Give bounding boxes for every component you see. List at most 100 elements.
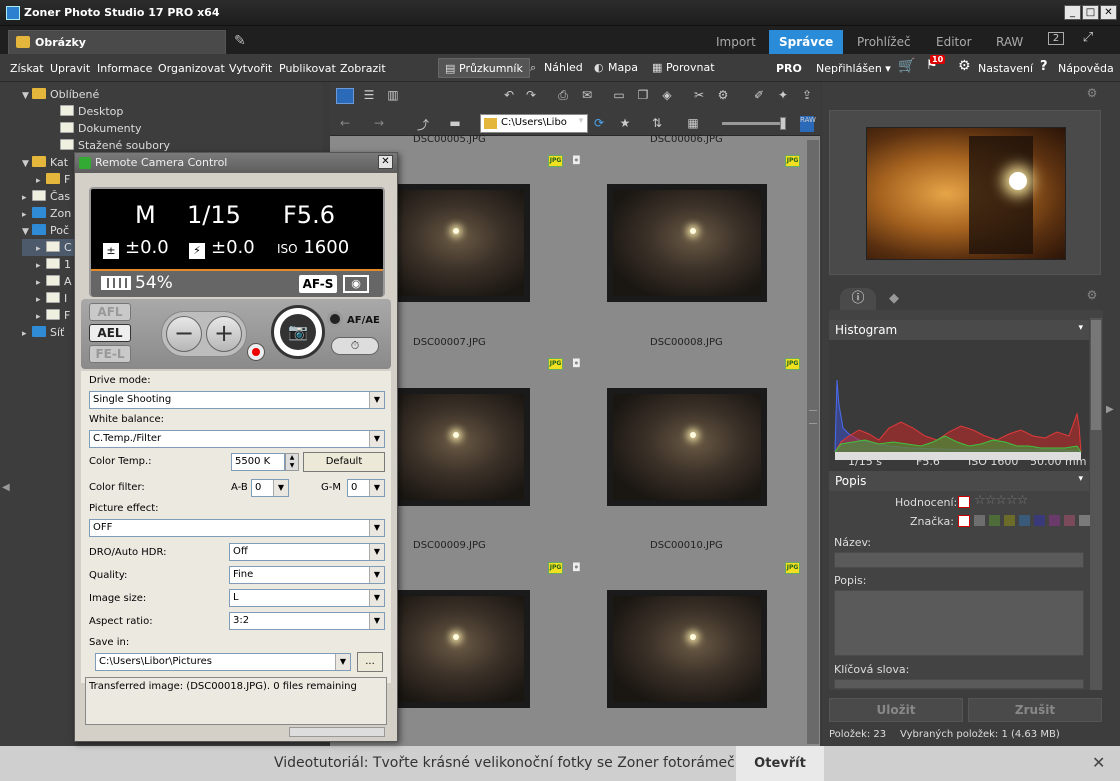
record-button[interactable] [247,343,265,361]
gm-select[interactable]: 0 ▼ [347,479,385,497]
sort-icon[interactable]: ⇅ [648,116,666,132]
exposure-comp[interactable]: ± ±0.0 [103,237,169,259]
layout-grid-icon[interactable] [336,88,354,104]
fullscreen-icon[interactable]: ⤢ [1078,30,1098,50]
tag-color-swatch[interactable] [1034,515,1045,526]
aperture-value[interactable]: F5.6 [283,201,335,229]
minimize-button[interactable]: _ [1064,5,1081,20]
flash-comp[interactable]: ⚡ ±0.0 [189,237,255,259]
shutter-button[interactable]: 📷 [271,305,325,359]
tab-import[interactable]: Import [706,30,766,54]
dro-select[interactable]: Off ▼ [229,543,385,561]
close-icon[interactable]: ✕ [1092,753,1105,772]
rating-stars[interactable]: ☆☆☆☆☆ [974,493,1028,508]
tree-expander-icon[interactable]: ▼ [22,156,32,173]
cart-icon[interactable]: 🛒 [898,58,915,74]
menu-upravit[interactable]: Upravit [50,62,90,75]
quality-select[interactable]: Fine ▼ [229,566,385,584]
tree-item[interactable]: Desktop [22,103,322,120]
thumbnail[interactable] [607,184,767,302]
login-dropdown[interactable]: Nepřihlášen ▾ [816,62,891,75]
open-button[interactable]: Otevřít [736,746,824,781]
minus-button[interactable]: − [166,316,202,352]
slider-handle[interactable] [780,117,786,130]
tag-color-swatch[interactable] [1004,515,1015,526]
tree-item[interactable]: ▼ Oblíbené [22,86,322,103]
collapse-right-icon[interactable]: ▶ [1106,404,1114,415]
dialog-titlebar[interactable]: Remote Camera Control ✕ [75,153,397,173]
view-mapa-button[interactable]: ◐ Mapa [588,58,644,78]
save-button[interactable]: Uložit [829,698,963,722]
scroll-thumb[interactable] [1091,320,1101,430]
folder-up-icon[interactable]: ⤴ [414,116,432,132]
self-timer-button[interactable]: ⏱ [331,337,379,355]
focus-mode[interactable]: AF-S [299,275,337,293]
raw-filter-icon[interactable]: RAW [800,116,816,132]
tag-color-swatch[interactable] [1019,515,1030,526]
share-icon[interactable]: ⇪ [798,88,816,104]
email-icon[interactable]: ✉ [578,88,596,104]
menu-zobrazit[interactable]: Zobrazit [340,62,386,75]
browse-button[interactable]: ... [357,652,383,672]
color-temp-input[interactable]: 5500 K [231,453,285,471]
help-icon[interactable]: ? [1040,59,1048,74]
favorite-folder-icon[interactable]: ★ [616,116,634,132]
default-button[interactable]: Default [303,452,385,472]
cancel-button[interactable]: Zrušit [968,698,1102,722]
shutter-speed[interactable]: 1/15 [187,201,241,229]
afae-button[interactable]: AF/AE [327,311,380,327]
center-scrollbar[interactable] [807,140,819,744]
help-link[interactable]: Nápověda [1058,62,1114,75]
view-pruzkumnik-button[interactable]: ▤ Průzkumník [438,58,530,78]
copy-icon[interactable]: ❐ [634,88,652,104]
tree-expander-icon[interactable]: ▼ [22,88,32,105]
tag-color-swatch[interactable] [1049,515,1060,526]
tree-expander-icon[interactable]: ▸ [22,326,32,343]
plus-button[interactable]: + [206,316,242,352]
cut-icon[interactable]: ✂ [690,88,708,104]
iso-setting[interactable]: ISO 1600 [277,237,349,258]
thumbnail[interactable] [607,388,767,506]
histogram-header[interactable]: Histogram ▾ [829,320,1089,340]
right-scrollbar[interactable] [1090,318,1102,690]
drive-mode-select[interactable]: Single Shooting ▼ [89,391,385,409]
exposure-mode[interactable]: M [135,201,156,229]
info-tab-icon[interactable]: ⓘ [840,288,876,310]
tag-color-swatch[interactable] [989,515,1000,526]
menu-organizovat[interactable]: Organizovat [158,62,225,75]
white-balance-select[interactable]: C.Temp./Filter ▼ [89,430,385,448]
metering-icon[interactable]: ◉ [343,275,369,293]
panel-settings-gear-icon[interactable]: ⚙ [1083,288,1101,304]
rating-clear-icon[interactable] [958,496,970,508]
aspect-ratio-select[interactable]: 3:2 ▼ [229,612,385,630]
refresh-icon[interactable]: ⟳ [590,116,608,132]
menu-vytvorit[interactable]: Vytvořit [229,62,272,75]
tag-tab-icon[interactable]: ◆ [876,288,912,310]
batch-icon[interactable]: ⚙ [714,88,732,104]
slideshow-icon[interactable]: ▭ [610,88,628,104]
settings-link[interactable]: Nastavení [978,62,1033,75]
back-arrow-icon[interactable]: ← [336,116,354,132]
forward-arrow-icon[interactable]: → [370,116,388,132]
view-mode-icon[interactable]: ▦ [684,116,702,132]
picture-effect-select[interactable]: OFF ▼ [89,519,385,537]
preview-settings-gear-icon[interactable]: ⚙ [1083,86,1101,102]
tag-color-swatch[interactable] [1064,515,1075,526]
layout-rows-icon[interactable]: ☰ [360,88,378,104]
afl-button[interactable]: AFL [89,303,131,321]
name-input[interactable] [834,552,1084,568]
gear-icon[interactable]: ⚙ [958,58,971,74]
tag-color-swatch[interactable] [974,515,985,526]
description-header[interactable]: Popis ▾ [829,471,1089,491]
tab-raw[interactable]: RAW [986,30,1033,54]
menu-ziskat[interactable]: Získat [10,62,44,75]
maximize-button[interactable]: □ [1082,5,1099,20]
dialog-close-button[interactable]: ✕ [378,155,393,169]
menu-informace[interactable]: Informace [97,62,152,75]
thumbnail[interactable] [607,590,767,708]
desc-textarea[interactable] [834,590,1084,656]
tab-prohlizec[interactable]: Prohlížeč [847,30,921,54]
enhance-icon[interactable]: ✦ [774,88,792,104]
path-dropdown-icon[interactable]: ▾ [572,116,590,132]
thumbnail-size-slider[interactable] [722,117,786,130]
